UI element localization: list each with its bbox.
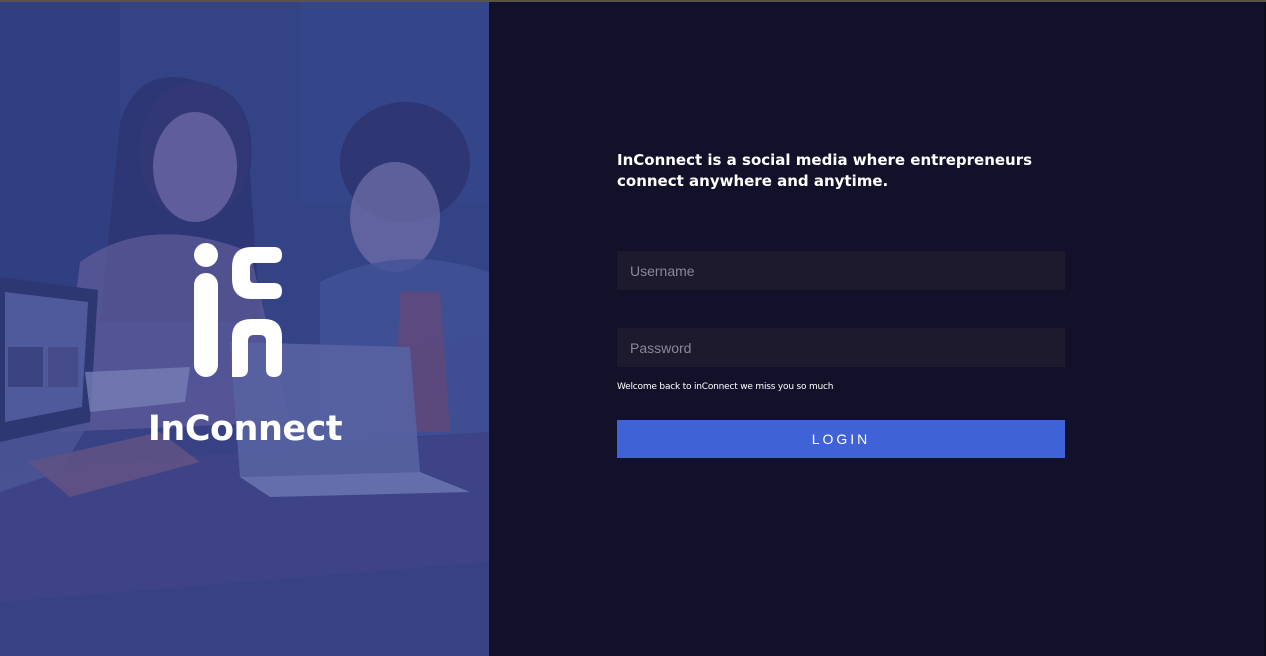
inconnect-logo-icon (194, 243, 282, 377)
welcome-message: Welcome back to inConnect we miss you so… (617, 382, 834, 392)
brand-name: InConnect (147, 409, 343, 449)
hero-image-panel: InConnect (0, 2, 489, 656)
brand-block: InConnect (0, 2, 489, 656)
password-input[interactable] (617, 328, 1065, 367)
username-input[interactable] (617, 251, 1065, 290)
tagline: InConnect is a social media where entrep… (617, 151, 1033, 190)
login-panel: InConnect is a social media where entrep… (489, 2, 1266, 656)
login-button[interactable]: LOGIN (617, 420, 1065, 458)
login-page: InConnect InConnect is a social media wh… (0, 0, 1266, 656)
